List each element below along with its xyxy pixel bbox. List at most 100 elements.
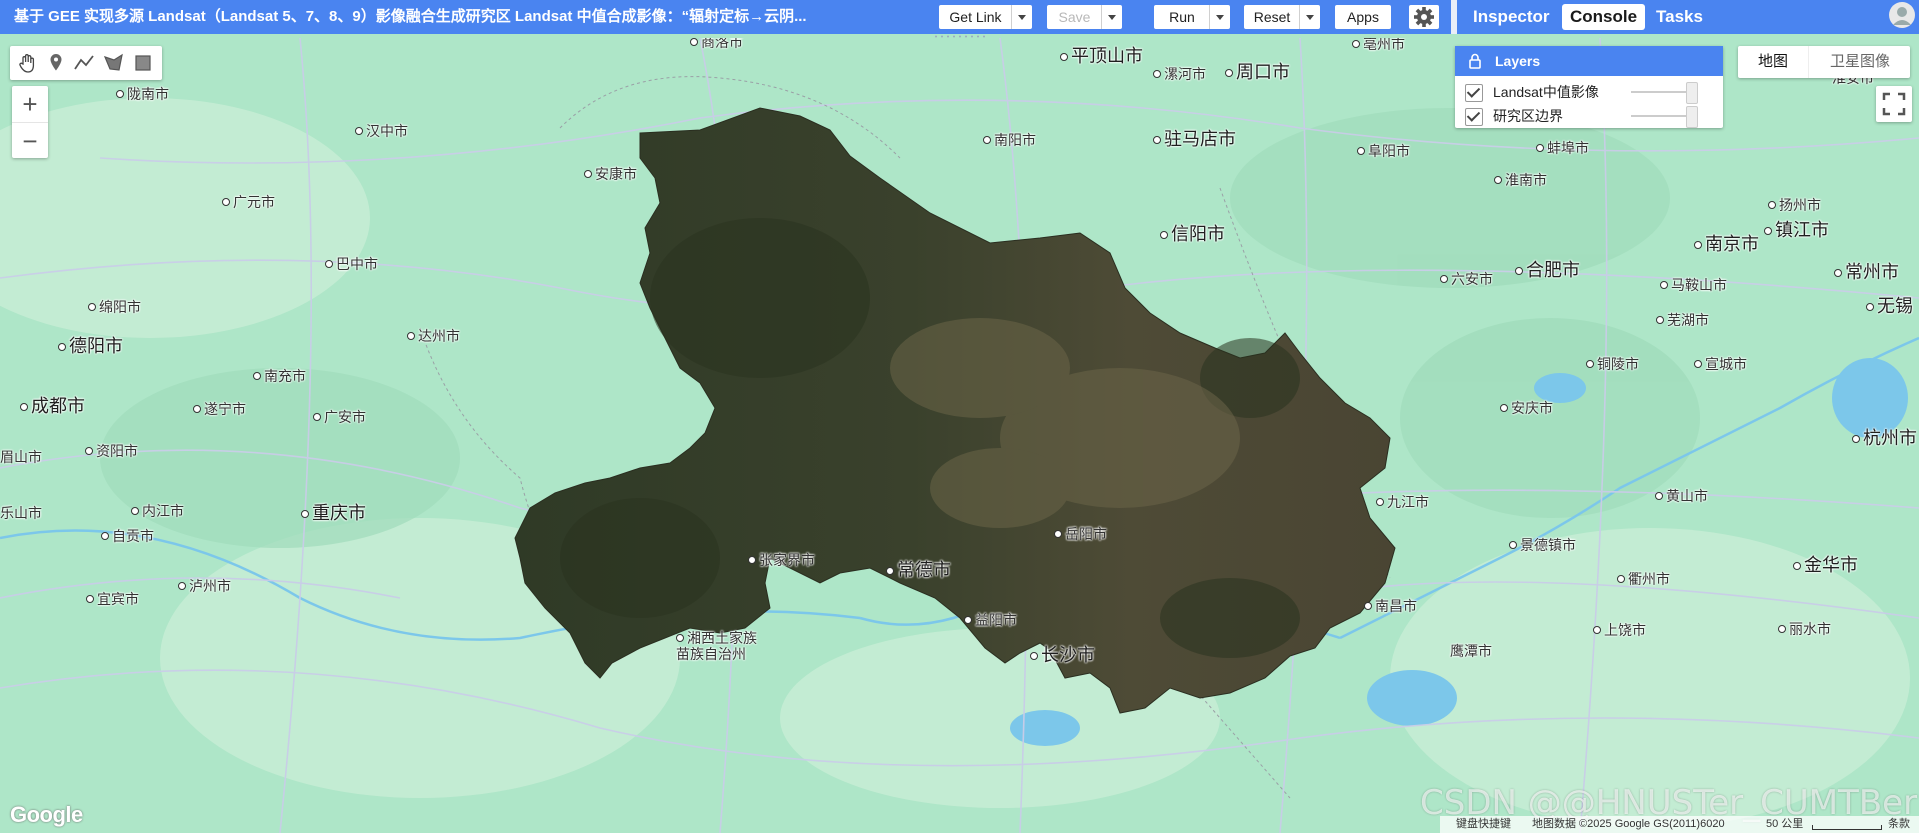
tab-tasks[interactable]: Tasks	[1648, 4, 1711, 30]
place-label: 亳州市	[1352, 38, 1405, 54]
place-label: 周口市	[1225, 58, 1290, 84]
polygon-draw-icon[interactable]	[102, 51, 126, 75]
place-label: 驻马店市	[1153, 125, 1236, 151]
place-label: 成都市	[20, 392, 85, 418]
google-logo[interactable]: Google	[10, 802, 83, 828]
place-label: 无锡	[1866, 292, 1913, 318]
map-canvas[interactable]: 商洛市 平顶山市 漯河市 周口市 亳州市 陇南市 汉中市 南阳市 驻马店市 阜阳…	[0, 38, 1919, 833]
get-link-dropdown-icon[interactable]	[1011, 5, 1032, 29]
zoom-control: + −	[12, 86, 48, 158]
place-label: 九江市	[1376, 492, 1429, 512]
place-label: 杭州市	[1852, 424, 1917, 450]
place-label: 宣城市	[1694, 354, 1747, 374]
place-label: 德阳市	[58, 332, 123, 358]
zoom-in-button[interactable]: +	[12, 86, 48, 122]
keyboard-shortcuts-link[interactable]: 键盘快捷键	[1456, 816, 1511, 833]
place-label: 益阳市	[964, 610, 1017, 630]
place-label: 自贡市	[101, 526, 154, 546]
place-label: 黄山市	[1655, 486, 1708, 506]
place-label: 蚌埠市	[1536, 138, 1589, 158]
run-button[interactable]: Run	[1154, 5, 1230, 29]
lock-icon[interactable]	[1466, 52, 1484, 70]
place-label: 长沙市	[1030, 641, 1095, 667]
place-label: 重庆市	[301, 499, 366, 525]
place-label: 南昌市	[1364, 596, 1417, 616]
place-label: 常州市	[1834, 258, 1899, 284]
place-label: 遂宁市	[193, 399, 246, 419]
place-label: 苗族自治州	[676, 646, 746, 662]
base-map	[0, 38, 1919, 833]
place-label: 安康市	[584, 164, 637, 184]
place-label: 镇江市	[1764, 216, 1829, 242]
place-label: 上饶市	[1593, 620, 1646, 640]
place-label: 南阳市	[983, 130, 1036, 150]
terms-link[interactable]: 条款	[1888, 816, 1910, 833]
zoom-out-button[interactable]: −	[12, 122, 48, 159]
layer-label: Landsat中值影像	[1493, 84, 1599, 100]
place-label: 陇南市	[116, 84, 169, 104]
place-label: 六安市	[1440, 269, 1493, 289]
drawing-tools	[10, 46, 162, 80]
reset-dropdown-icon[interactable]	[1299, 5, 1320, 29]
place-label: 张家界市	[748, 550, 815, 570]
place-label: 阜阳市	[1357, 141, 1410, 161]
place-label: 南京市	[1694, 230, 1759, 256]
place-label: 广元市	[222, 192, 275, 212]
place-label: 广安市	[313, 407, 366, 427]
layers-title: Layers	[1495, 53, 1541, 69]
apps-button[interactable]: Apps	[1335, 5, 1391, 29]
panel-divider[interactable]	[1451, 0, 1457, 34]
place-label: 安庆市	[1500, 398, 1553, 418]
place-label: 扬州市	[1768, 195, 1821, 215]
place-label: 绵阳市	[88, 297, 141, 317]
place-label: 鹰潭市	[1450, 643, 1492, 659]
place-label: 金华市	[1793, 551, 1858, 577]
layers-panel: Layers Landsat中值影像 研究区边界	[1455, 46, 1723, 128]
settings-gear-icon[interactable]	[1409, 5, 1439, 29]
pan-hand-icon[interactable]	[16, 51, 40, 75]
map-attribution-bar: 键盘快捷键 地图数据 ©2025 Google GS(2011)6020 50 …	[1440, 816, 1919, 833]
layer-opacity-slider[interactable]	[1631, 106, 1698, 128]
top-bar: 基于 GEE 实现多源 Landsat（Landsat 5、7、8、9）影像融合…	[0, 0, 1919, 34]
get-link-label: Get Link	[949, 9, 1002, 25]
layer-checkbox[interactable]	[1465, 84, 1483, 102]
place-label: 丽水市	[1778, 619, 1831, 639]
place-label: 芜湖市	[1656, 310, 1709, 330]
layer-checkbox[interactable]	[1465, 108, 1483, 126]
layer-row: 研究区边界	[1465, 104, 1715, 128]
place-label: 常德市	[886, 556, 951, 582]
save-label: Save	[1058, 9, 1091, 25]
fullscreen-icon[interactable]	[1876, 86, 1912, 122]
place-label: 合肥市	[1515, 256, 1580, 282]
tab-inspector[interactable]: Inspector	[1465, 4, 1558, 30]
place-label: 巴中市	[325, 254, 378, 274]
place-label: 资阳市	[85, 441, 138, 461]
place-label: 商洛市	[690, 38, 743, 52]
get-link-button[interactable]: Get Link	[939, 5, 1032, 29]
reset-button[interactable]: Reset	[1244, 5, 1320, 29]
place-label: 衢州市	[1617, 569, 1670, 589]
run-dropdown-icon[interactable]	[1209, 5, 1230, 29]
layers-header[interactable]: Layers	[1455, 46, 1723, 76]
layer-opacity-slider[interactable]	[1631, 82, 1698, 104]
map-data-attribution: 地图数据 ©2025 Google GS(2011)6020	[1532, 818, 1725, 830]
reset-label: Reset	[1253, 9, 1291, 25]
place-label: 达州市	[407, 326, 460, 346]
save-dropdown-icon[interactable]	[1101, 5, 1122, 29]
layer-row: Landsat中值影像	[1465, 80, 1715, 104]
account-avatar-icon[interactable]	[1888, 1, 1916, 29]
rectangle-draw-icon[interactable]	[131, 51, 155, 75]
place-label: 宜宾市	[86, 589, 139, 609]
point-marker-icon[interactable]	[44, 51, 68, 75]
layer-label: 研究区边界	[1493, 108, 1563, 124]
tab-console[interactable]: Console	[1562, 4, 1646, 30]
map-type-map-button[interactable]: 地图	[1738, 46, 1808, 78]
map-type-control: 地图 卫星图像	[1738, 46, 1910, 78]
map-type-satellite-button[interactable]: 卫星图像	[1808, 46, 1911, 78]
save-button[interactable]: Save	[1047, 5, 1122, 29]
run-label: Run	[1169, 9, 1195, 25]
line-draw-icon[interactable]	[72, 51, 96, 75]
place-label: 平顶山市	[1060, 42, 1143, 68]
place-label: 漯河市	[1153, 64, 1206, 84]
place-label: 眉山市	[0, 449, 42, 465]
